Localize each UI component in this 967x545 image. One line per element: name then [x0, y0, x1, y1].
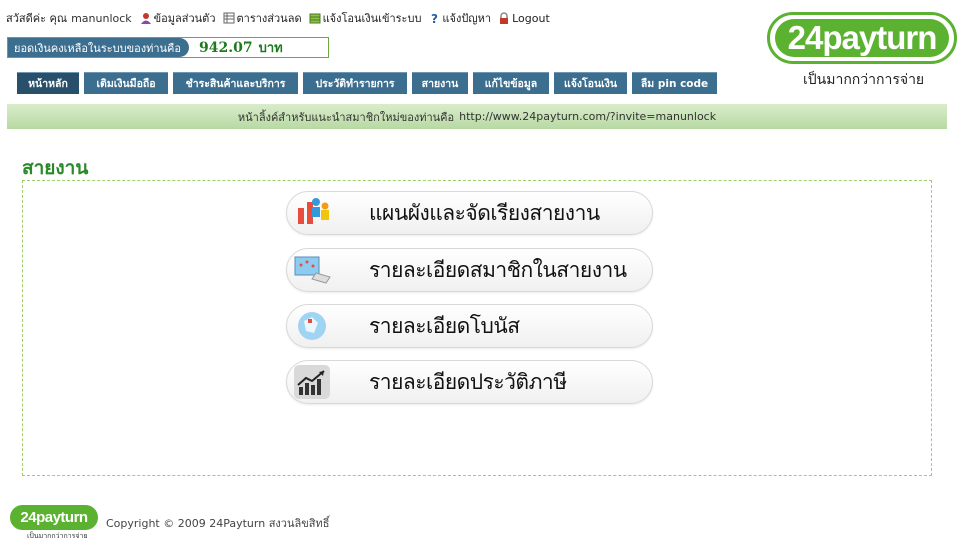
balance-bar: ยอดเงินคงเหลือในระบบของท่านคือ 942.07 บา… — [7, 37, 329, 58]
tab-edit-profile[interactable]: แก้ไขข้อมูล — [473, 72, 549, 94]
member-details-button[interactable]: รายละเอียดสมาชิกในสายงาน — [286, 248, 653, 292]
discount-table-link[interactable]: ตารางส่วนลด — [223, 9, 302, 27]
invite-url[interactable]: http://www.24payturn.com/?invite=manunlo… — [459, 110, 716, 123]
lock-icon — [500, 12, 509, 24]
bonus-globe-icon — [291, 306, 333, 346]
logo-text: 24payturn — [787, 19, 938, 56]
transfer-notify-link[interactable]: แจ้งโอนเงินเข้าระบบ — [309, 9, 422, 27]
username-text: manunlock — [71, 11, 132, 25]
network-tree-label: แผนผังและจัดเรียงสายงาน — [369, 200, 600, 225]
copyright-text: Copyright © 2009 24Payturn สงวนลิขสิทธิ์ — [106, 517, 330, 530]
balance-currency: บาท — [258, 41, 283, 56]
tab-mobile-topup[interactable]: เติมเงินมือถือ — [84, 72, 168, 94]
report-problem-link[interactable]: ? แจ้งปัญหา — [428, 9, 491, 27]
report-problem-link-label: แจ้งปัญหา — [442, 12, 492, 25]
balance-label: ยอดเงินคงเหลือในระบบของท่านคือ — [8, 38, 190, 57]
footer-logo-slogan: เป็นมากกว่าการจ่าย — [27, 532, 88, 540]
help-icon: ? — [431, 12, 438, 24]
page-title: สายงาน — [22, 157, 89, 179]
tab-transaction-history[interactable]: ประวัติทำรายการ — [303, 72, 407, 94]
main-nav: หน้าหลัก เติมเงินมือถือ ชำระสินค้าและบริ… — [17, 72, 717, 94]
bonus-details-button[interactable]: รายละเอียดโบนัส — [286, 304, 653, 348]
invite-text: หน้าลิ้งค์สำหรับแนะนำสมาชิกใหม่ของท่านคื… — [237, 110, 455, 124]
footer-logo-text: 24payturn — [10, 505, 98, 530]
invite-link-bar: หน้าลิ้งค์สำหรับแนะนำสมาชิกใหม่ของท่านคื… — [7, 104, 947, 129]
svg-text:?: ? — [431, 12, 438, 24]
logout-link[interactable]: Logout — [498, 12, 550, 25]
table-icon — [223, 12, 235, 24]
logo-slogan: เป็นมากกว่าการจ่าย — [803, 72, 925, 88]
balance-amount: 942.07 — [199, 39, 253, 56]
tax-history-button[interactable]: รายละเอียดประวัติภาษี — [286, 360, 653, 404]
footer-logo: 24payturn เป็นมากกว่าการจ่าย — [10, 505, 100, 540]
tab-home[interactable]: หน้าหลัก — [17, 72, 79, 94]
bonus-details-label: รายละเอียดโบนัส — [369, 313, 520, 338]
tab-bill-payment[interactable]: ชำระสินค้าและบริการ — [173, 72, 298, 94]
tax-history-label: รายละเอียดประวัติภาษี — [369, 369, 567, 394]
people-chart-icon — [291, 193, 333, 233]
member-details-label: รายละเอียดสมาชิกในสายงาน — [369, 257, 627, 282]
profile-link[interactable]: ข้อมูลส่วนตัว — [140, 9, 216, 27]
computer-icon — [291, 250, 333, 290]
logo-pill: 24payturn — [767, 12, 957, 64]
money-stack-icon — [309, 13, 321, 24]
growth-chart-icon — [291, 362, 333, 402]
tab-transfer-notify[interactable]: แจ้งโอนเงิน — [554, 72, 627, 94]
user-icon — [140, 13, 151, 24]
tab-forgot-pin[interactable]: ลืม pin code — [632, 72, 717, 94]
top-user-bar: สวัสดีค่ะ คุณ manunlock ข้อมูลส่วนตัว ตา… — [6, 9, 553, 27]
profile-link-label: ข้อมูลส่วนตัว — [153, 12, 216, 25]
transfer-notify-link-label: แจ้งโอนเงินเข้าระบบ — [322, 12, 422, 25]
logout-link-label: Logout — [512, 11, 550, 25]
discount-table-link-label: ตารางส่วนลด — [236, 12, 302, 25]
network-tree-button[interactable]: แผนผังและจัดเรียงสายงาน — [286, 191, 653, 235]
brand-logo[interactable]: 24payturn เป็นมากกว่าการจ่าย — [767, 12, 961, 90]
tab-network[interactable]: สายงาน — [412, 72, 468, 94]
greeting-text: สวัสดีค่ะ คุณ — [6, 12, 68, 25]
